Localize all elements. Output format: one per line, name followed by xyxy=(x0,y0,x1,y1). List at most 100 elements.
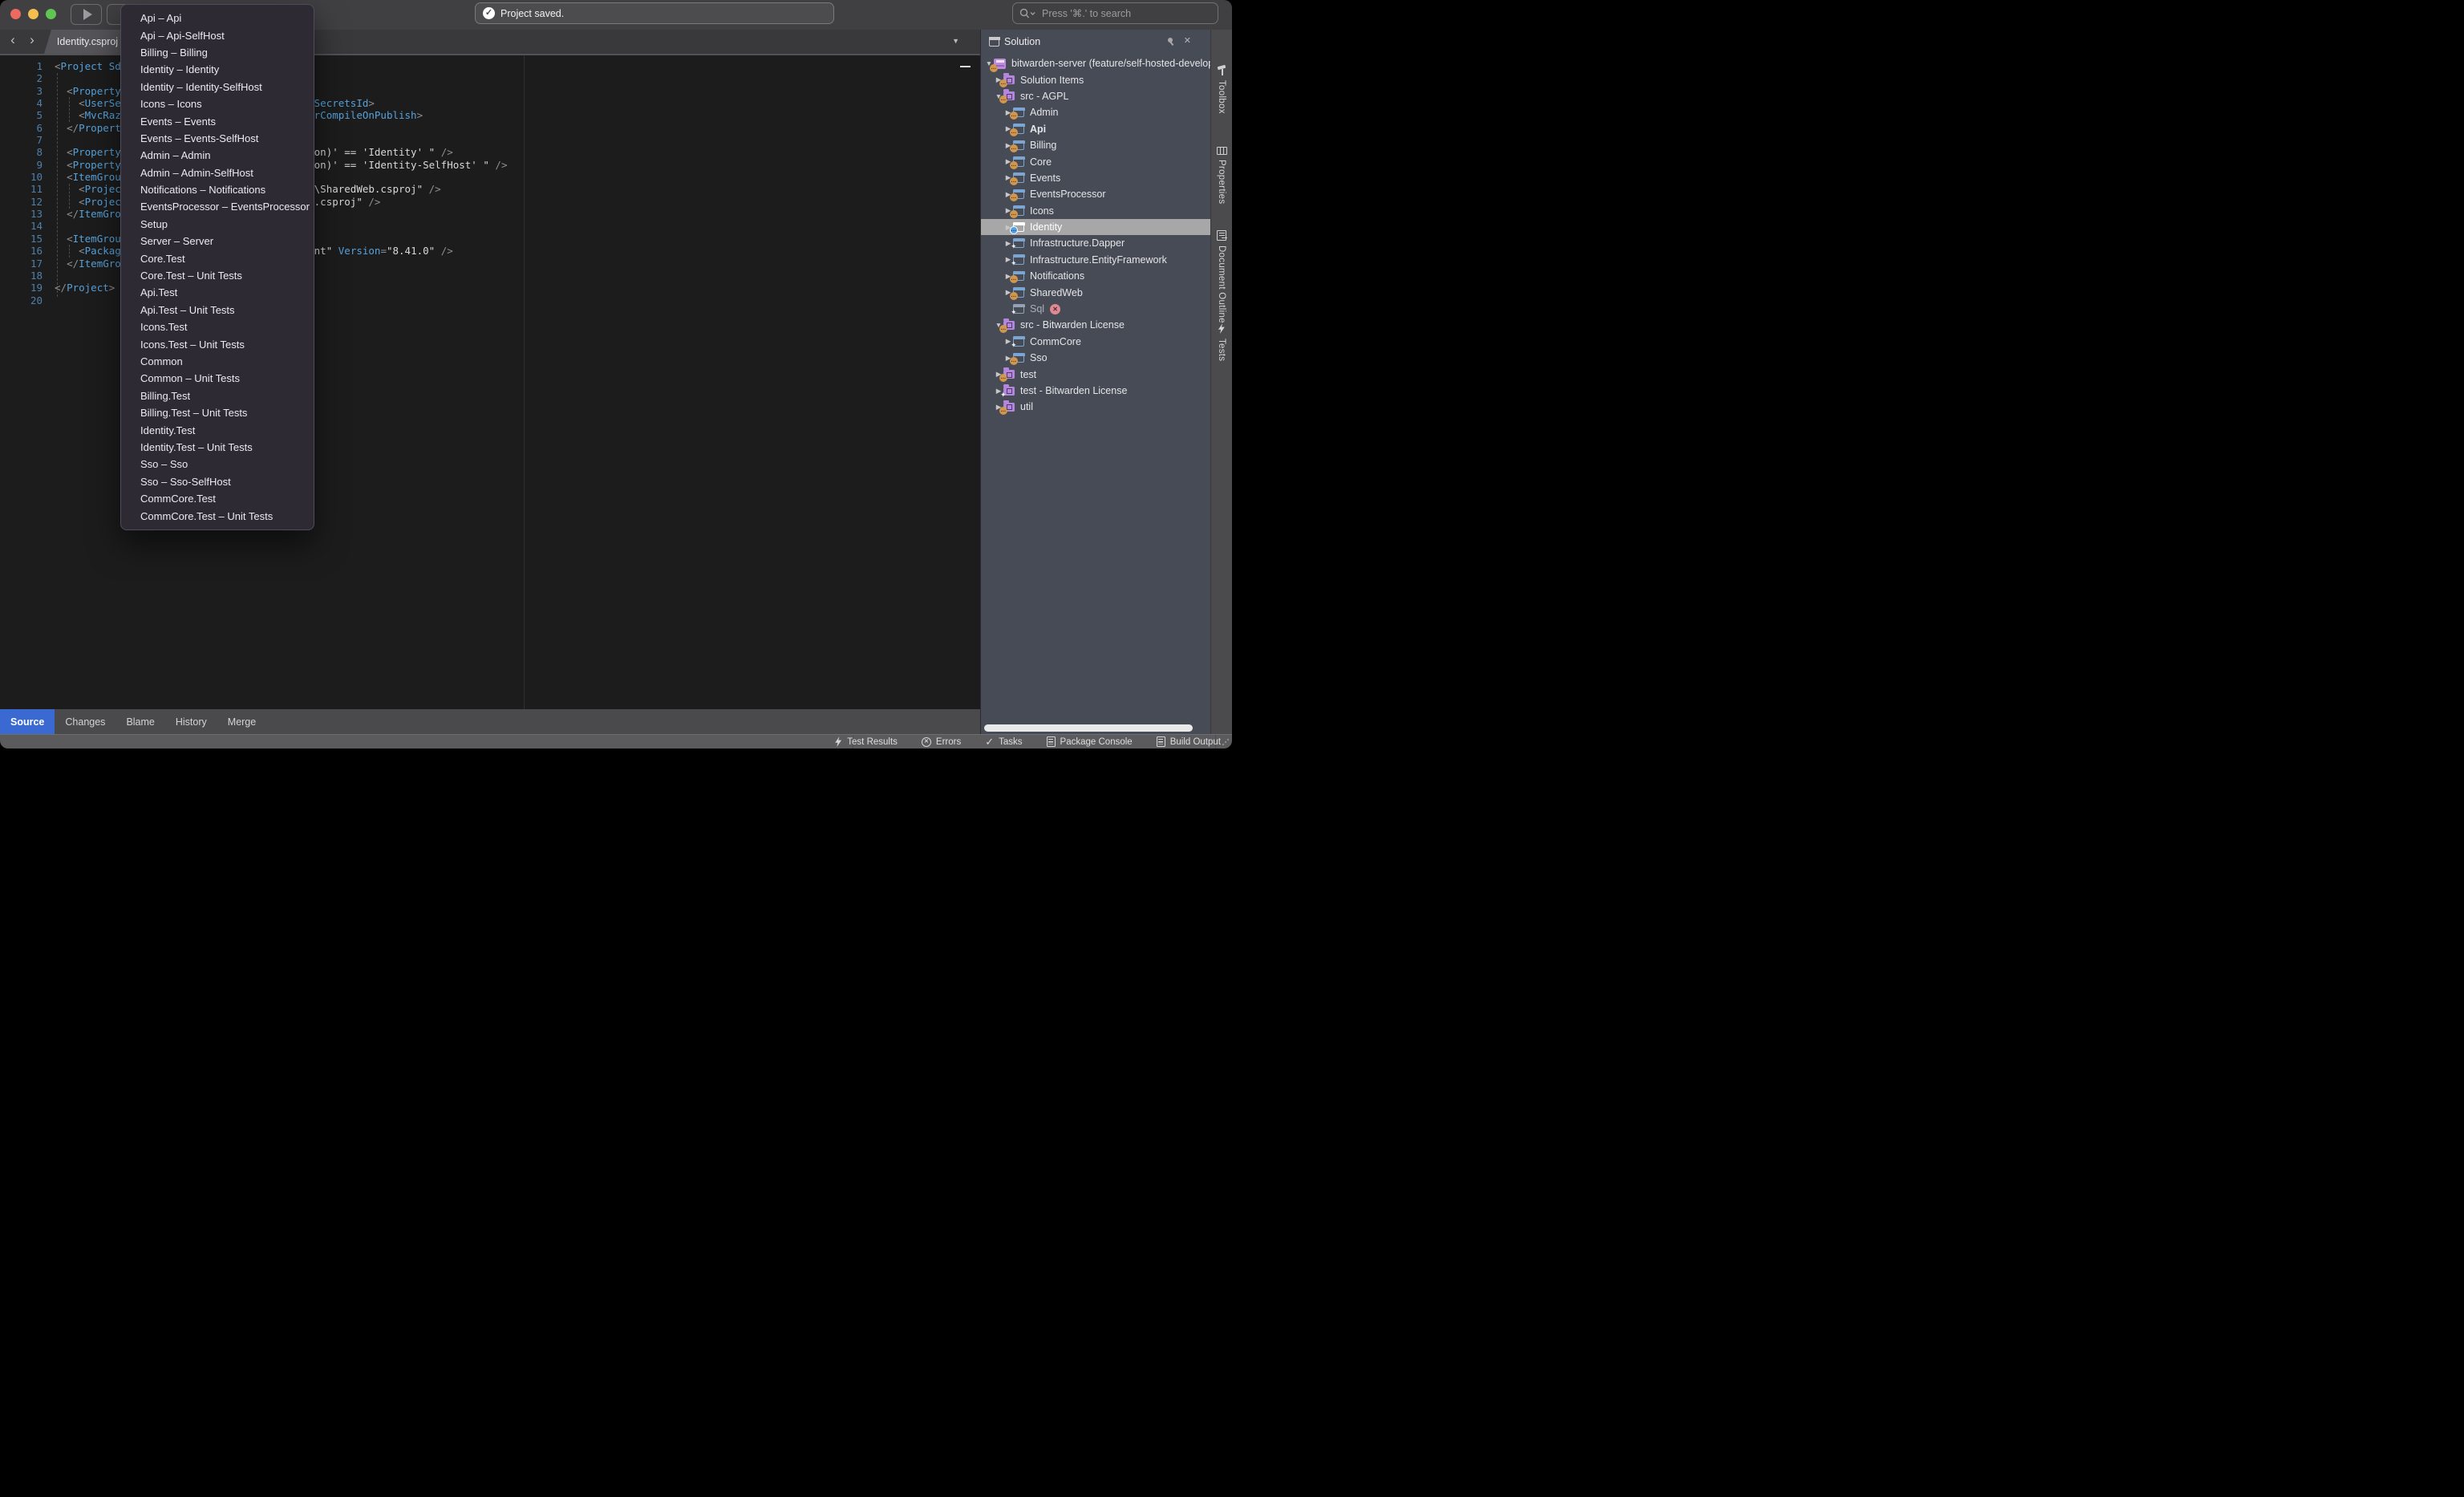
status-pad-label: Package Console xyxy=(1060,737,1133,747)
tab-list-chevron-icon[interactable]: ▼ xyxy=(952,37,959,45)
screen: ✓ Project saved. Press '⌘.' to search ‹ … xyxy=(0,0,1232,748)
project-icon: … xyxy=(1013,271,1024,281)
menu-item[interactable]: Sso – Sso xyxy=(121,456,314,473)
tab-blame[interactable]: Blame xyxy=(116,709,164,734)
status-badge: … xyxy=(999,407,1007,415)
status-pad-errors[interactable]: ✕Errors xyxy=(922,737,961,747)
tab-changes[interactable]: Changes xyxy=(55,709,116,734)
tree-row[interactable]: ▼…src - AGPL xyxy=(981,88,1210,104)
tab-source[interactable]: Source xyxy=(0,709,55,734)
tree-row[interactable]: ▶…Admin xyxy=(981,104,1210,120)
menu-item[interactable]: Billing.Test – Unit Tests xyxy=(121,404,314,421)
menu-item[interactable]: Icons.Test xyxy=(121,318,314,335)
menu-item[interactable]: Identity – Identity-SelfHost xyxy=(121,79,314,95)
menu-item[interactable]: Identity.Test – Unit Tests xyxy=(121,439,314,456)
tree-row[interactable]: ▶…Solution Items xyxy=(981,71,1210,87)
tree-row[interactable]: ▶…Api xyxy=(981,121,1210,137)
menu-item[interactable]: Admin – Admin xyxy=(121,147,314,164)
menu-item[interactable]: Notifications – Notifications xyxy=(121,181,314,198)
tree-item-label: Identity xyxy=(1030,221,1062,233)
tree-row[interactable]: ▶…Icons xyxy=(981,203,1210,219)
menu-item[interactable]: Identity.Test xyxy=(121,421,314,438)
close-traffic-light[interactable] xyxy=(10,9,21,19)
navigate-forward-button[interactable]: › xyxy=(24,32,40,48)
tree-row[interactable]: ▶…Events xyxy=(981,170,1210,186)
tree-row[interactable]: ▶…Identity xyxy=(981,219,1210,235)
menu-item[interactable]: CommCore.Test – Unit Tests xyxy=(121,507,314,524)
menu-item[interactable]: Api – Api-SelfHost xyxy=(121,26,314,43)
zoom-traffic-light[interactable] xyxy=(46,9,56,19)
line-number: 11 xyxy=(0,183,43,195)
scrollbar-thumb[interactable] xyxy=(960,66,971,67)
menu-item[interactable]: Icons.Test – Unit Tests xyxy=(121,335,314,352)
tree-row[interactable]: ▶…Billing xyxy=(981,137,1210,153)
dock-tab-properties[interactable]: Properties xyxy=(1211,147,1232,204)
menu-item[interactable]: Core.Test xyxy=(121,250,314,266)
horizontal-scrollbar[interactable] xyxy=(984,724,1193,732)
menu-item[interactable]: Server – Server xyxy=(121,233,314,250)
tree-row[interactable]: ▼…bitwarden-server (feature/self-hosted-… xyxy=(981,55,1210,71)
status-pad-test-results[interactable]: Test Results xyxy=(834,736,898,747)
tree-row[interactable]: ▶✦Infrastructure.EntityFramework xyxy=(981,252,1210,268)
status-pad-tasks[interactable]: ✓Tasks xyxy=(985,736,1022,747)
tab-merge[interactable]: Merge xyxy=(217,709,266,734)
status-badge: … xyxy=(999,95,1007,103)
tree-row[interactable]: ▶…EventsProcessor xyxy=(981,186,1210,202)
menu-item[interactable]: CommCore.Test xyxy=(121,490,314,507)
status-badge: … xyxy=(1010,275,1018,283)
status-pad-build-output[interactable]: Build Output xyxy=(1157,736,1221,747)
document-tab[interactable]: Identity.csproj xyxy=(44,30,131,54)
menu-item[interactable]: Icons – Icons xyxy=(121,95,314,112)
error-badge-icon: ✕ xyxy=(1050,304,1060,314)
close-icon[interactable]: ✕ xyxy=(1184,35,1191,46)
tree-row[interactable]: ▶…Sso xyxy=(981,350,1210,366)
tree-row[interactable]: ▶…test xyxy=(981,366,1210,382)
minimize-traffic-light[interactable] xyxy=(28,9,38,19)
menu-item[interactable]: Common xyxy=(121,353,314,370)
project-icon: … xyxy=(1013,206,1024,216)
tree-row[interactable]: ▶✦CommCore xyxy=(981,334,1210,350)
document-tab-label: Identity.csproj xyxy=(57,36,118,47)
status-badge: … xyxy=(1010,193,1018,201)
status-badge: … xyxy=(1010,357,1018,365)
menu-item[interactable]: Billing – Billing xyxy=(121,44,314,61)
menu-item[interactable]: Api.Test – Unit Tests xyxy=(121,302,314,318)
tree-row[interactable]: ▶✦Infrastructure.Dapper xyxy=(981,235,1210,251)
tree-item-label: src - Bitwarden License xyxy=(1020,319,1125,331)
dock-tab-tests[interactable]: Tests xyxy=(1211,323,1232,361)
tree-row[interactable]: ▶…util xyxy=(981,399,1210,415)
run-button[interactable] xyxy=(71,4,102,25)
menu-item[interactable]: Events – Events xyxy=(121,112,314,129)
navigate-back-button[interactable]: ‹ xyxy=(5,32,21,48)
menu-item[interactable]: Core.Test – Unit Tests xyxy=(121,267,314,284)
menu-item[interactable]: Api.Test xyxy=(121,284,314,301)
tree-row[interactable]: ▶✦test - Bitwarden License xyxy=(981,383,1210,399)
tree-row[interactable]: ▶…Core xyxy=(981,153,1210,169)
menu-item[interactable]: Events – Events-SelfHost xyxy=(121,130,314,147)
menu-item[interactable]: EventsProcessor – EventsProcessor xyxy=(121,198,314,215)
search-input[interactable]: Press '⌘.' to search xyxy=(1012,2,1218,24)
tree-row[interactable]: ▶…Notifications xyxy=(981,268,1210,284)
resize-grip-icon[interactable] xyxy=(1222,738,1230,746)
solution-pad: Solution ✕ ▼…bitwarden-server (feature/s… xyxy=(980,30,1210,734)
menu-item[interactable]: Identity – Identity xyxy=(121,61,314,78)
solution-icon: … xyxy=(994,59,1006,69)
menu-item[interactable]: Api – Api xyxy=(121,10,314,26)
menu-item[interactable]: Common – Unit Tests xyxy=(121,370,314,387)
status-pad-package-console[interactable]: Package Console xyxy=(1047,736,1133,747)
tree-item-label: Api xyxy=(1030,124,1046,135)
tree-row[interactable]: ✦Sql✕ xyxy=(981,301,1210,317)
tree-item-label: test - Bitwarden License xyxy=(1020,385,1127,396)
menu-item[interactable]: Sso – Sso-SelfHost xyxy=(121,473,314,490)
status-pad-label: Build Output xyxy=(1170,737,1221,747)
menu-item[interactable]: Billing.Test xyxy=(121,387,314,404)
dock-tab-toolbox[interactable]: Toolbox xyxy=(1211,65,1232,114)
menu-item[interactable]: Admin – Admin-SelfHost xyxy=(121,164,314,181)
pin-icon[interactable] xyxy=(1166,37,1175,46)
menu-item[interactable]: Setup xyxy=(121,216,314,233)
tree-row[interactable]: ▶…SharedWeb xyxy=(981,284,1210,300)
tree-row[interactable]: ▼…src - Bitwarden License xyxy=(981,317,1210,333)
dock-tab-document-outline[interactable]: Document Outline xyxy=(1211,230,1232,323)
line-number: 14 xyxy=(0,220,43,232)
tab-history[interactable]: History xyxy=(165,709,217,734)
